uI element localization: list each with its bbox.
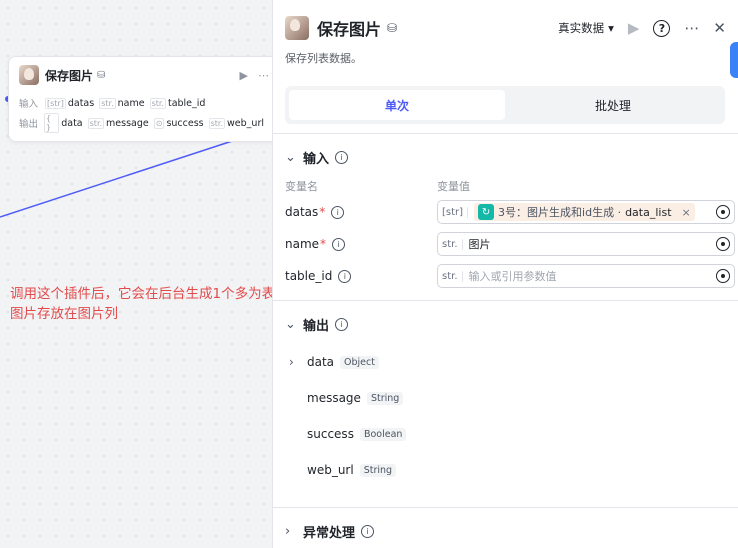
- node-config-panel: 保存图片 ⛁ 真实数据 ▾ ▶ ? ⋯ ✕ 保存列表数据。 单次 批处理 ⌄ 输…: [272, 0, 738, 548]
- type-badge: String: [366, 391, 404, 405]
- table-id-value-field[interactable]: str. 输入或引用参数值: [437, 264, 735, 288]
- output-name: success: [307, 427, 354, 441]
- node-input-datas: [str] datas: [45, 97, 95, 109]
- node-output-message: str. message: [87, 117, 149, 129]
- caret-down-icon: ▾: [608, 21, 614, 35]
- type-tag: str.: [442, 238, 463, 250]
- type-tag: [str]: [442, 206, 469, 218]
- output-name: data: [307, 355, 335, 369]
- mode-dropdown-label: 真实数据: [558, 21, 605, 35]
- type-badge: Object: [340, 355, 379, 369]
- close-icon[interactable]: ✕: [713, 19, 726, 37]
- name-value-field[interactable]: str. 图片: [437, 232, 735, 256]
- panel-title: 保存图片: [317, 20, 382, 39]
- reference-target-icon[interactable]: [716, 205, 730, 219]
- node-output-data: { } data: [44, 113, 83, 133]
- param-name: table_id: [285, 269, 333, 283]
- side-expand-tab[interactable]: [730, 42, 738, 78]
- reference-target-icon[interactable]: [716, 269, 730, 283]
- param-row-datas: datas * i [str] ↻ 3号：图片生成和id生成 · data_lis…: [285, 200, 735, 224]
- info-icon[interactable]: i: [331, 205, 345, 219]
- node-output-web-url: str. web_url: [208, 117, 264, 129]
- more-icon[interactable]: ⋯: [258, 69, 269, 82]
- chevron-right-icon: ›: [285, 524, 291, 539]
- required-mark: *: [320, 237, 327, 251]
- output-section-header[interactable]: ⌄ 输出 i: [285, 315, 349, 334]
- node-inputs-label: 输入: [19, 99, 39, 110]
- tab-batch[interactable]: 批处理: [505, 90, 721, 120]
- mode-dropdown[interactable]: 真实数据 ▾: [558, 20, 614, 36]
- output-name: web_url: [307, 463, 354, 477]
- divider: [273, 507, 738, 508]
- plugin-avatar: [285, 16, 309, 40]
- panel-description: 保存列表数据。: [285, 52, 362, 65]
- help-icon[interactable]: ?: [653, 19, 671, 37]
- ref-source: 3号：图片生成和id生成 ·: [498, 206, 622, 219]
- remove-ref-icon[interactable]: ×: [682, 206, 691, 219]
- type-tag: str.: [442, 270, 463, 282]
- datas-value-field[interactable]: [str] ↻ 3号：图片生成和id生成 · data_list ×: [437, 200, 735, 224]
- output-section-title: 输出: [303, 319, 330, 334]
- workflow-canvas[interactable]: 保存图片 ⛁ ▶ ⋯ 输入 [str] datas str. name str. ta…: [0, 0, 356, 548]
- output-name: message: [307, 391, 361, 405]
- ref-variable: data_list: [625, 205, 672, 219]
- run-icon[interactable]: ▶: [628, 19, 640, 37]
- info-icon[interactable]: i: [361, 525, 375, 538]
- param-row-name: name * i str. 图片: [285, 232, 735, 256]
- info-icon[interactable]: i: [338, 269, 352, 283]
- node-output-success: ⊙ success: [153, 117, 204, 129]
- save-icon: ⛁: [387, 21, 398, 35]
- output-item-data[interactable]: › data Object: [289, 355, 379, 369]
- plugin-avatar: [19, 65, 39, 85]
- name-value[interactable]: 图片: [469, 236, 716, 252]
- info-icon[interactable]: i: [335, 318, 349, 331]
- divider: [273, 300, 738, 301]
- plugin-node[interactable]: 保存图片 ⛁ ▶ ⋯ 输入 [str] datas str. name str. ta…: [8, 56, 280, 142]
- param-name: name: [285, 237, 320, 251]
- type-badge: Boolean: [359, 427, 407, 441]
- chevron-down-icon: ⌄: [285, 317, 296, 332]
- col-header-name: 变量名: [285, 180, 318, 193]
- node-input-name: str. name: [99, 97, 145, 109]
- input-section-header[interactable]: ⌄ 输入 i: [285, 148, 349, 167]
- output-item-message: message String: [307, 391, 404, 405]
- reference-target-icon[interactable]: [716, 237, 730, 251]
- info-icon[interactable]: i: [335, 151, 349, 164]
- mode-tabs: 单次 批处理: [285, 86, 725, 124]
- node-title: 保存图片: [45, 68, 94, 83]
- chevron-right-icon[interactable]: ›: [289, 355, 307, 369]
- error-section-header[interactable]: › 异常处理 i: [285, 522, 375, 541]
- divider: [273, 133, 738, 134]
- save-icon: ⛁: [97, 69, 106, 81]
- output-item-web-url: web_url String: [307, 463, 397, 477]
- reference-chip[interactable]: ↻ 3号：图片生成和id生成 · data_list ×: [474, 203, 695, 221]
- output-item-success: success Boolean: [307, 427, 407, 441]
- param-name: datas: [285, 205, 319, 219]
- run-icon[interactable]: ▶: [240, 69, 248, 82]
- node-outputs-label: 输出: [19, 119, 39, 130]
- info-icon[interactable]: i: [332, 237, 346, 251]
- chevron-down-icon: ⌄: [285, 150, 296, 165]
- input-section-title: 输入: [303, 152, 330, 167]
- node-input-table-id: str. table_id: [149, 97, 206, 109]
- type-badge: String: [359, 463, 397, 477]
- col-header-value: 变量值: [437, 180, 470, 193]
- loop-icon: ↻: [478, 204, 495, 220]
- more-icon[interactable]: ⋯: [684, 19, 699, 37]
- table-id-placeholder[interactable]: 输入或引用参数值: [469, 268, 716, 284]
- required-mark: *: [319, 205, 326, 219]
- tab-single[interactable]: 单次: [289, 90, 505, 120]
- error-section-title: 异常处理: [303, 526, 356, 541]
- param-row-table-id: table_id i str. 输入或引用参数值: [285, 264, 735, 288]
